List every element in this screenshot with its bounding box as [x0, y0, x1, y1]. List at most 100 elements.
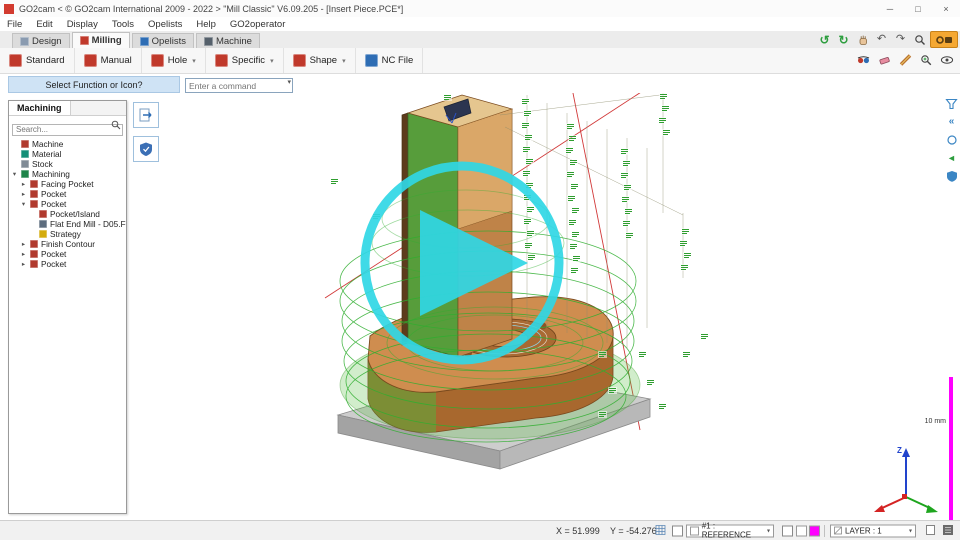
tree-item-flat-end-mill-d05-f05[interactable]: Flat End Mill - D05.F05 [9, 219, 126, 229]
tree-item-machining[interactable]: ▾Machining [9, 169, 126, 179]
specific-button[interactable]: Specific▾ [206, 48, 284, 73]
button-label: Manual [101, 55, 132, 66]
menu-item-opelists[interactable]: Opelists [141, 19, 189, 30]
visibility-button[interactable] [938, 51, 956, 69]
dropdown-arrow-icon[interactable]: ▾ [192, 57, 196, 65]
tab-opelists[interactable]: Opelists [132, 33, 194, 48]
dropdown-arrow-icon[interactable]: ▾ [270, 57, 274, 65]
nc-file-button[interactable]: NC File [356, 48, 424, 73]
tree-expander-icon[interactable]: ▸ [20, 190, 27, 198]
reference-checkbox[interactable] [672, 525, 683, 536]
ribbon-tab-strip: DesignMillingOpelistsMachine ↺ ↻ ↶ ↷ [0, 31, 960, 49]
zoom-window-button[interactable] [917, 51, 935, 69]
tree-item-stock[interactable]: Stock [9, 159, 126, 169]
tree-item-label: Stock [32, 159, 53, 169]
tab-design[interactable]: Design [12, 33, 70, 48]
menu-item-go2operator[interactable]: GO2operator [223, 19, 292, 30]
command-dropdown-icon[interactable]: ▾ [287, 78, 291, 86]
geometry-icon [39, 210, 47, 218]
redo-button[interactable]: ↷ [892, 32, 909, 47]
zoom-button[interactable] [911, 32, 928, 47]
tree-item-label: Pocket [41, 259, 66, 269]
rotate-ccw-button[interactable]: ↺ [816, 32, 833, 47]
color-swatch-white[interactable] [796, 525, 807, 536]
undo-button[interactable]: ↶ [873, 32, 890, 47]
layer-checkbox[interactable] [782, 525, 793, 536]
maximize-button[interactable]: □ [904, 0, 932, 17]
button-label: Hole [168, 55, 188, 66]
menu-item-help[interactable]: Help [189, 19, 223, 30]
tree-expander-icon[interactable]: ▸ [20, 260, 27, 268]
dropdown-arrow-icon[interactable]: ▾ [342, 57, 346, 65]
manual-button[interactable]: Manual [75, 48, 142, 73]
sheet-button[interactable] [925, 524, 936, 538]
tree-item-pocket[interactable]: ▸ Pocket [9, 259, 126, 269]
close-button[interactable]: × [932, 0, 960, 17]
open-opelist-button[interactable] [133, 102, 159, 128]
operation-icon [30, 260, 38, 268]
pan-button[interactable] [854, 32, 871, 47]
tree-item-label: Finish Contour [41, 239, 95, 249]
shape-button[interactable]: Shape▾ [284, 48, 356, 73]
tree-item-material[interactable]: Material [9, 149, 126, 159]
tree-item-pocket-island[interactable]: Pocket/Island [9, 209, 126, 219]
tab-machining-panel[interactable]: Machining [9, 101, 71, 115]
tree-item-label: Pocket [41, 199, 66, 209]
standard-button[interactable]: Standard [0, 48, 75, 73]
tree-item-facing-pocket[interactable]: ▸Facing Pocket [9, 179, 126, 189]
command-input[interactable] [185, 78, 293, 93]
z-axis-label: Z [897, 446, 902, 455]
machining-icon [21, 170, 29, 178]
simulation-button[interactable] [133, 136, 159, 162]
active-function-button[interactable] [930, 31, 958, 48]
eye-icon [940, 54, 954, 66]
anaglyph-button[interactable] [854, 51, 872, 69]
snap-icon [942, 524, 954, 536]
button-label: Standard [26, 55, 65, 66]
machining-panel-header: Machining [9, 101, 126, 116]
tree-search-row [12, 119, 123, 137]
menu-item-file[interactable]: File [0, 19, 29, 30]
tree-item-pocket[interactable]: ▾ Pocket [9, 199, 126, 209]
tree-item-strategy[interactable]: Strategy [9, 229, 126, 239]
tree-expander-icon[interactable]: ▸ [20, 180, 27, 188]
reference-select[interactable]: #1 : REFERENCE ▾ [686, 524, 774, 537]
measure-button[interactable] [896, 51, 914, 69]
tree-expander-icon[interactable]: ▸ [20, 250, 27, 258]
search-input[interactable] [12, 124, 123, 136]
tree-item-pocket[interactable]: ▸Pocket [9, 189, 126, 199]
inspect-button[interactable] [944, 133, 959, 147]
reference-value: #1 : REFERENCE [702, 522, 764, 540]
menu-item-tools[interactable]: Tools [105, 19, 141, 30]
minimize-button[interactable]: ─ [876, 0, 904, 17]
status-bar: X = 51.999 Y = -54.276 #1 : REFERENCE ▾ … [0, 520, 960, 540]
layer-select[interactable]: LAYER : 1 ▾ [830, 524, 916, 537]
rotate-cw-button[interactable]: ↻ [835, 32, 852, 47]
filter-button[interactable] [944, 97, 959, 111]
menu-item-display[interactable]: Display [60, 19, 105, 30]
magnifier-plus-icon [920, 54, 933, 66]
color-swatch-magenta[interactable] [809, 525, 820, 536]
rotate-ccw-icon: ↺ [819, 34, 829, 46]
hole-button[interactable]: Hole ▾ [142, 48, 206, 73]
tab-milling[interactable]: Milling [72, 32, 130, 48]
operation-icon [30, 190, 38, 198]
tree-item-pocket[interactable]: ▸Pocket [9, 249, 126, 259]
tree-item-machine[interactable]: Machine [9, 139, 126, 149]
tab-machine[interactable]: Machine [196, 33, 260, 48]
tree-expander-icon[interactable]: ▾ [20, 200, 27, 208]
machining-tree: MachineMaterialStock▾Machining▸Facing Po… [9, 139, 126, 269]
tree-item-finish-contour[interactable]: ▸ Finish Contour [9, 239, 126, 249]
tree-expander-icon[interactable]: ▾ [11, 170, 18, 178]
snap-button[interactable] [942, 524, 954, 538]
tree-expander-icon[interactable]: ▸ [20, 240, 27, 248]
back-button[interactable]: ◄ [944, 151, 959, 165]
protect-button[interactable] [944, 169, 959, 183]
operation-icon [30, 250, 38, 258]
x-coordinate: X = 51.999 [556, 526, 600, 536]
collapse-panel-button[interactable]: « [944, 115, 959, 129]
circle-icon [946, 134, 958, 146]
grid-toggle[interactable] [655, 524, 666, 537]
menu-item-edit[interactable]: Edit [29, 19, 59, 30]
erase-button[interactable] [875, 51, 893, 69]
